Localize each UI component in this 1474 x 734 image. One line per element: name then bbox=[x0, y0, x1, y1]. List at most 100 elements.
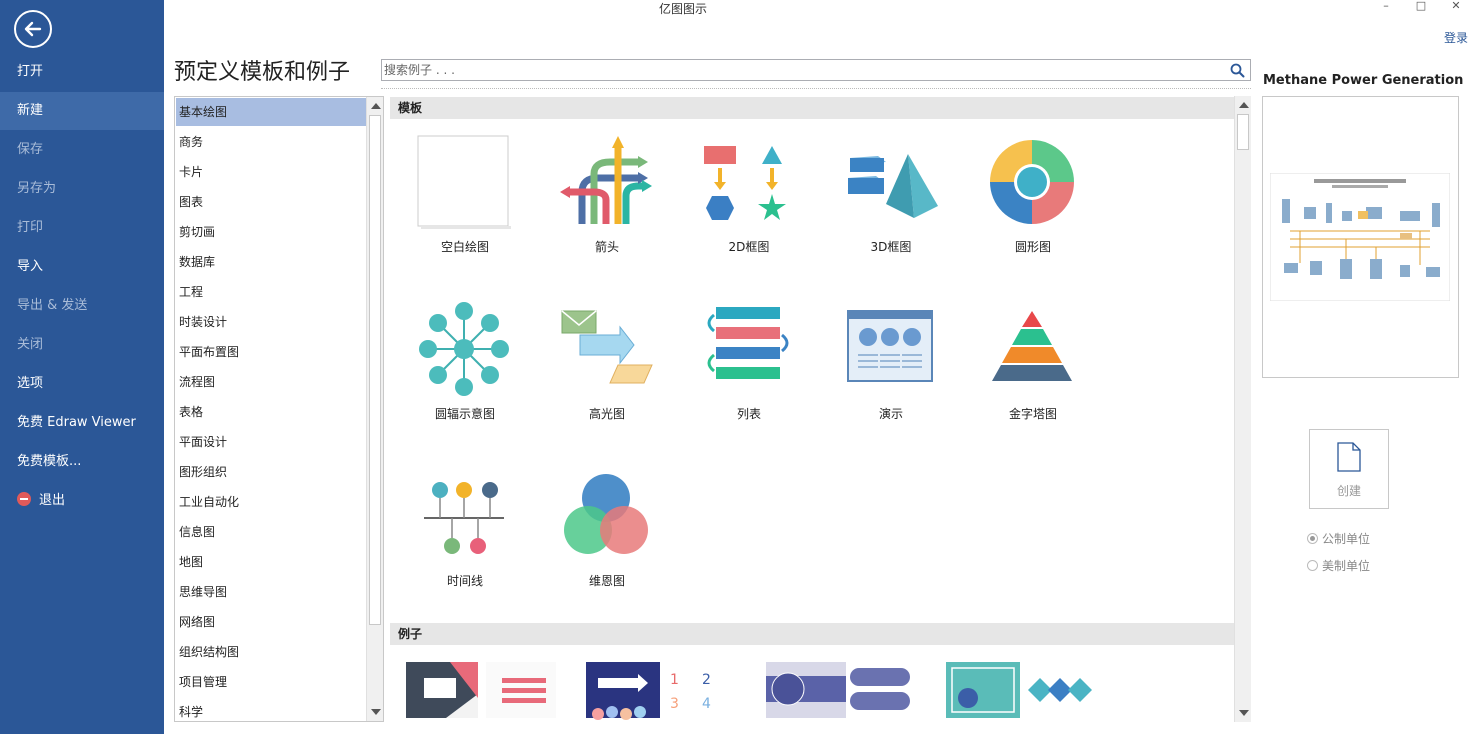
menu-new[interactable]: 新建 bbox=[0, 92, 164, 130]
template-pyramid[interactable]: 金字塔图 bbox=[960, 301, 1100, 451]
template-3d-block[interactable]: 3D框图 bbox=[818, 134, 958, 284]
category-item[interactable]: 工业自动化 bbox=[176, 488, 366, 516]
category-item[interactable]: 图表 bbox=[176, 188, 366, 216]
pyramid-icon bbox=[992, 311, 1072, 381]
login-link[interactable]: 登录 bbox=[1444, 29, 1468, 46]
menu-open[interactable]: 打开 bbox=[0, 53, 164, 91]
unit-metric-option[interactable]: 公制单位 bbox=[1307, 530, 1370, 547]
category-scrollbar[interactable] bbox=[366, 97, 383, 721]
template-label: 高光图 bbox=[588, 407, 625, 421]
menu-print[interactable]: 打印 bbox=[0, 209, 164, 247]
category-item[interactable]: 网络图 bbox=[176, 608, 366, 636]
svg-text:3: 3 bbox=[670, 696, 679, 712]
template-blank[interactable]: 空白绘图 bbox=[392, 134, 532, 284]
category-item[interactable]: 项目管理 bbox=[176, 668, 366, 696]
template-venn[interactable]: 维恩图 bbox=[534, 468, 674, 618]
template-2d-block[interactable]: 2D框图 bbox=[676, 134, 816, 284]
template-highlight[interactable]: 高光图 bbox=[534, 301, 674, 451]
radial-icon bbox=[419, 302, 509, 396]
minimize-button[interactable]: – bbox=[1376, 0, 1396, 14]
close-button[interactable]: ✕ bbox=[1446, 0, 1466, 14]
category-item[interactable]: 平面设计 bbox=[176, 428, 366, 456]
menu-exit[interactable]: 退出 bbox=[0, 482, 164, 520]
menu-options[interactable]: 选项 bbox=[0, 365, 164, 403]
example-thumbnail-1[interactable] bbox=[406, 662, 556, 722]
highlight-icon bbox=[561, 310, 653, 384]
template-label: 列表 bbox=[736, 407, 761, 421]
menu-save-as[interactable]: 另存为 bbox=[0, 170, 164, 208]
radio-icon[interactable] bbox=[1307, 560, 1318, 571]
category-item[interactable]: 工程 bbox=[176, 278, 366, 306]
template-panel: 模板 空白绘图 箭头 2D框图 3D框图 圆形图 圆辐示意图 高光图 列表 演示… bbox=[390, 96, 1251, 722]
scroll-thumb[interactable] bbox=[1237, 114, 1249, 150]
example-thumbnail-4[interactable] bbox=[946, 662, 1096, 722]
radio-icon[interactable] bbox=[1307, 533, 1318, 544]
template-list[interactable]: 列表 bbox=[676, 301, 816, 451]
category-item[interactable]: 时装设计 bbox=[176, 308, 366, 336]
category-item[interactable]: 流程图 bbox=[176, 368, 366, 396]
menu-exit-label: 退出 bbox=[39, 493, 66, 508]
preview-title: Methane Power Generation P... bbox=[1263, 73, 1463, 88]
2d-block-icon bbox=[704, 146, 786, 220]
search-input[interactable] bbox=[384, 61, 1224, 79]
category-item[interactable]: 思维导图 bbox=[176, 578, 366, 606]
category-item[interactable]: 基本绘图 bbox=[176, 98, 366, 126]
category-item[interactable]: 信息图 bbox=[176, 518, 366, 546]
template-label: 圆辐示意图 bbox=[434, 407, 495, 421]
menu-save[interactable]: 保存 bbox=[0, 131, 164, 169]
template-label: 箭头 bbox=[594, 240, 619, 254]
window-title: 亿图图示 bbox=[658, 2, 707, 16]
category-item[interactable]: 商务 bbox=[176, 128, 366, 156]
search-icon[interactable] bbox=[1230, 63, 1245, 78]
template-label: 时间线 bbox=[446, 574, 483, 588]
menu-import[interactable]: 导入 bbox=[0, 248, 164, 286]
example-thumbnail-2[interactable]: 1 2 3 4 bbox=[586, 662, 736, 722]
menu-free-templates[interactable]: 免费模板... bbox=[0, 443, 164, 481]
example-thumbnail-3[interactable] bbox=[766, 662, 916, 722]
scroll-up-icon[interactable] bbox=[1239, 102, 1249, 108]
scroll-down-icon[interactable] bbox=[371, 709, 381, 715]
category-item[interactable]: 卡片 bbox=[176, 158, 366, 186]
template-timeline[interactable]: 时间线 bbox=[392, 468, 532, 618]
category-item[interactable]: 图形组织 bbox=[176, 458, 366, 486]
category-item[interactable]: 地图 bbox=[176, 548, 366, 576]
venn-icon bbox=[564, 474, 648, 554]
menu-close[interactable]: 关闭 bbox=[0, 326, 164, 364]
template-label: 3D框图 bbox=[870, 240, 912, 254]
scroll-up-icon[interactable] bbox=[371, 103, 381, 109]
category-item[interactable]: 平面布置图 bbox=[176, 338, 366, 366]
sidebar: 打开 新建 保存 另存为 打印 导入 导出 & 发送 关闭 选项 免费 Edra… bbox=[0, 0, 164, 734]
maximize-button[interactable]: □ bbox=[1411, 0, 1431, 14]
category-item[interactable]: 组织结构图 bbox=[176, 638, 366, 666]
scroll-down-icon[interactable] bbox=[1239, 710, 1249, 716]
blank-drawing-icon bbox=[417, 135, 511, 229]
template-label: 空白绘图 bbox=[440, 240, 489, 254]
app-window: 打开 新建 保存 另存为 打印 导入 导出 & 发送 关闭 选项 免费 Edra… bbox=[0, 0, 1474, 734]
template-scrollbar[interactable] bbox=[1234, 96, 1251, 722]
category-item[interactable]: 表格 bbox=[176, 398, 366, 426]
template-circle[interactable]: 圆形图 bbox=[960, 134, 1100, 284]
unit-us-option[interactable]: 美制单位 bbox=[1307, 557, 1370, 574]
scroll-thumb[interactable] bbox=[369, 115, 381, 625]
template-presentation[interactable]: 演示 bbox=[818, 301, 958, 451]
list-icon bbox=[707, 307, 789, 379]
preview-thumbnail bbox=[1270, 173, 1450, 301]
create-button[interactable]: 创建 bbox=[1309, 429, 1389, 509]
unit-metric-label: 公制单位 bbox=[1322, 532, 1371, 546]
template-label: 维恩图 bbox=[588, 574, 625, 588]
template-label: 金字塔图 bbox=[1008, 407, 1057, 421]
circle-chart-icon bbox=[990, 140, 1074, 224]
category-item[interactable]: 数据库 bbox=[176, 248, 366, 276]
menu-free-viewer[interactable]: 免费 Edraw Viewer bbox=[0, 404, 164, 442]
unit-us-label: 美制单位 bbox=[1322, 559, 1371, 573]
create-button-label: 创建 bbox=[1336, 484, 1361, 498]
template-radial[interactable]: 圆辐示意图 bbox=[392, 301, 532, 451]
svg-text:4: 4 bbox=[702, 696, 711, 712]
category-item[interactable]: 剪切画 bbox=[176, 218, 366, 246]
menu-export-send[interactable]: 导出 & 发送 bbox=[0, 287, 164, 325]
back-arrow-icon bbox=[24, 21, 42, 37]
exit-icon bbox=[17, 492, 31, 506]
svg-text:1: 1 bbox=[670, 672, 679, 688]
template-arrows[interactable]: 箭头 bbox=[534, 134, 674, 284]
category-item[interactable]: 科学 bbox=[176, 698, 366, 721]
